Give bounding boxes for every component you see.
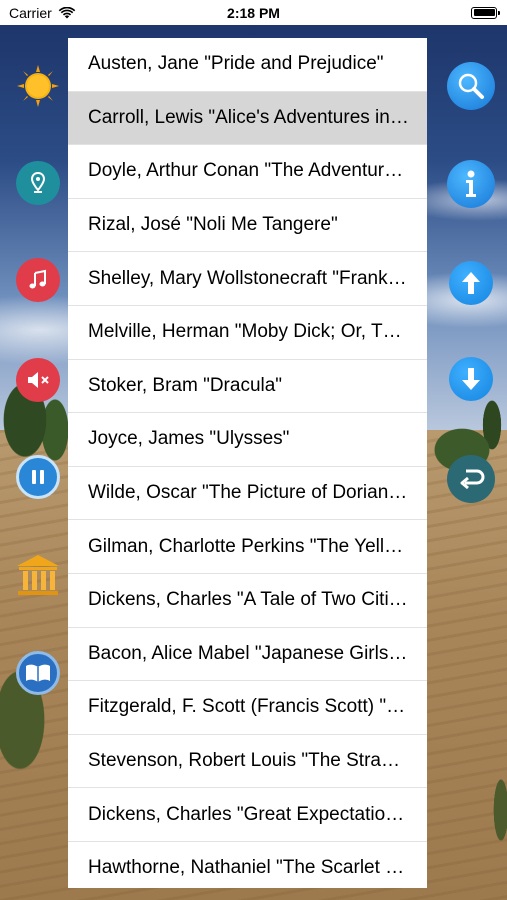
info-icon[interactable] bbox=[447, 160, 495, 208]
back-return-icon[interactable] bbox=[447, 455, 495, 503]
pause-icon[interactable] bbox=[16, 455, 60, 499]
location-pin-icon[interactable] bbox=[16, 161, 60, 205]
book-list-row[interactable]: Hawthorne, Nathaniel "The Scarlet Letter… bbox=[68, 842, 427, 888]
mute-icon[interactable] bbox=[16, 358, 60, 402]
battery-icon bbox=[471, 6, 500, 19]
book-list-row[interactable]: Fitzgerald, F. Scott (Francis Scott) "Th… bbox=[68, 681, 427, 735]
book-list-row[interactable]: Rizal, José "Noli Me Tangere" bbox=[68, 199, 427, 253]
search-icon[interactable] bbox=[447, 62, 495, 110]
status-bar: Carrier 2:18 PM bbox=[0, 0, 507, 25]
book-title-label: Stoker, Bram "Dracula" bbox=[88, 374, 283, 396]
book-list-row[interactable]: Melville, Herman "Moby Dick; Or, The Wha… bbox=[68, 306, 427, 360]
music-note-icon[interactable] bbox=[16, 258, 60, 302]
bush-right bbox=[487, 760, 507, 860]
book-list-row[interactable]: Stevenson, Robert Louis "The Strange Cas… bbox=[68, 735, 427, 789]
status-time: 2:18 PM bbox=[227, 4, 280, 21]
book-title-label: Stevenson, Robert Louis "The Strange Cas… bbox=[88, 750, 409, 772]
book-title-label: Bacon, Alice Mabel "Japanese Girls and W… bbox=[88, 642, 409, 664]
museum-icon[interactable] bbox=[15, 552, 61, 598]
book-title-label: Dickens, Charles "A Tale of Two Cities" bbox=[88, 589, 409, 611]
arrow-up-icon[interactable] bbox=[449, 261, 493, 305]
book-title-label: Austen, Jane "Pride and Prejudice" bbox=[88, 53, 384, 75]
book-list-row[interactable]: Shelley, Mary Wollstonecraft "Frankenste… bbox=[68, 252, 427, 306]
sun-icon[interactable] bbox=[16, 64, 60, 108]
book-list-row[interactable]: Dickens, Charles "Great Expectations" bbox=[68, 788, 427, 842]
book-list-row[interactable]: Stoker, Bram "Dracula" bbox=[68, 360, 427, 414]
book-title-label: Melville, Herman "Moby Dick; Or, The Wha… bbox=[88, 321, 409, 343]
book-title-label: Doyle, Arthur Conan "The Adventures of S… bbox=[88, 160, 409, 182]
book-list[interactable]: Austen, Jane "Pride and Prejudice" Carrol… bbox=[68, 38, 427, 888]
book-list-row[interactable]: Gilman, Charlotte Perkins "The Yellow Wa… bbox=[68, 520, 427, 574]
book-title-label: Joyce, James "Ulysses" bbox=[88, 428, 290, 450]
book-title-label: Dickens, Charles "Great Expectations" bbox=[88, 803, 409, 825]
book-list-row[interactable]: Carroll, Lewis "Alice's Adventures in Wo… bbox=[68, 91, 427, 146]
book-title-label: Rizal, José "Noli Me Tangere" bbox=[88, 214, 338, 236]
book-title-label: Carroll, Lewis "Alice's Adventures in Wo… bbox=[88, 106, 409, 128]
book-list-row[interactable]: Joyce, James "Ulysses" bbox=[68, 413, 427, 467]
book-title-label: Wilde, Oscar "The Picture of Dorian Gray… bbox=[88, 482, 409, 504]
arrow-down-icon[interactable] bbox=[449, 357, 493, 401]
book-list-row[interactable]: Austen, Jane "Pride and Prejudice" bbox=[68, 38, 427, 92]
book-title-label: Fitzgerald, F. Scott (Francis Scott) "Th… bbox=[88, 696, 409, 718]
book-title-label: Hawthorne, Nathaniel "The Scarlet Letter… bbox=[88, 857, 409, 879]
book-list-row[interactable]: Doyle, Arthur Conan "The Adventures of S… bbox=[68, 145, 427, 199]
book-list-row[interactable]: Dickens, Charles "A Tale of Two Cities" bbox=[68, 574, 427, 628]
book-icon[interactable] bbox=[16, 651, 60, 695]
book-title-label: Shelley, Mary Wollstonecraft "Frankenste… bbox=[88, 267, 409, 289]
book-list-row[interactable]: Bacon, Alice Mabel "Japanese Girls and W… bbox=[68, 628, 427, 682]
book-list-row[interactable]: Wilde, Oscar "The Picture of Dorian Gray… bbox=[68, 467, 427, 521]
book-title-label: Gilman, Charlotte Perkins "The Yellow Wa… bbox=[88, 535, 409, 557]
